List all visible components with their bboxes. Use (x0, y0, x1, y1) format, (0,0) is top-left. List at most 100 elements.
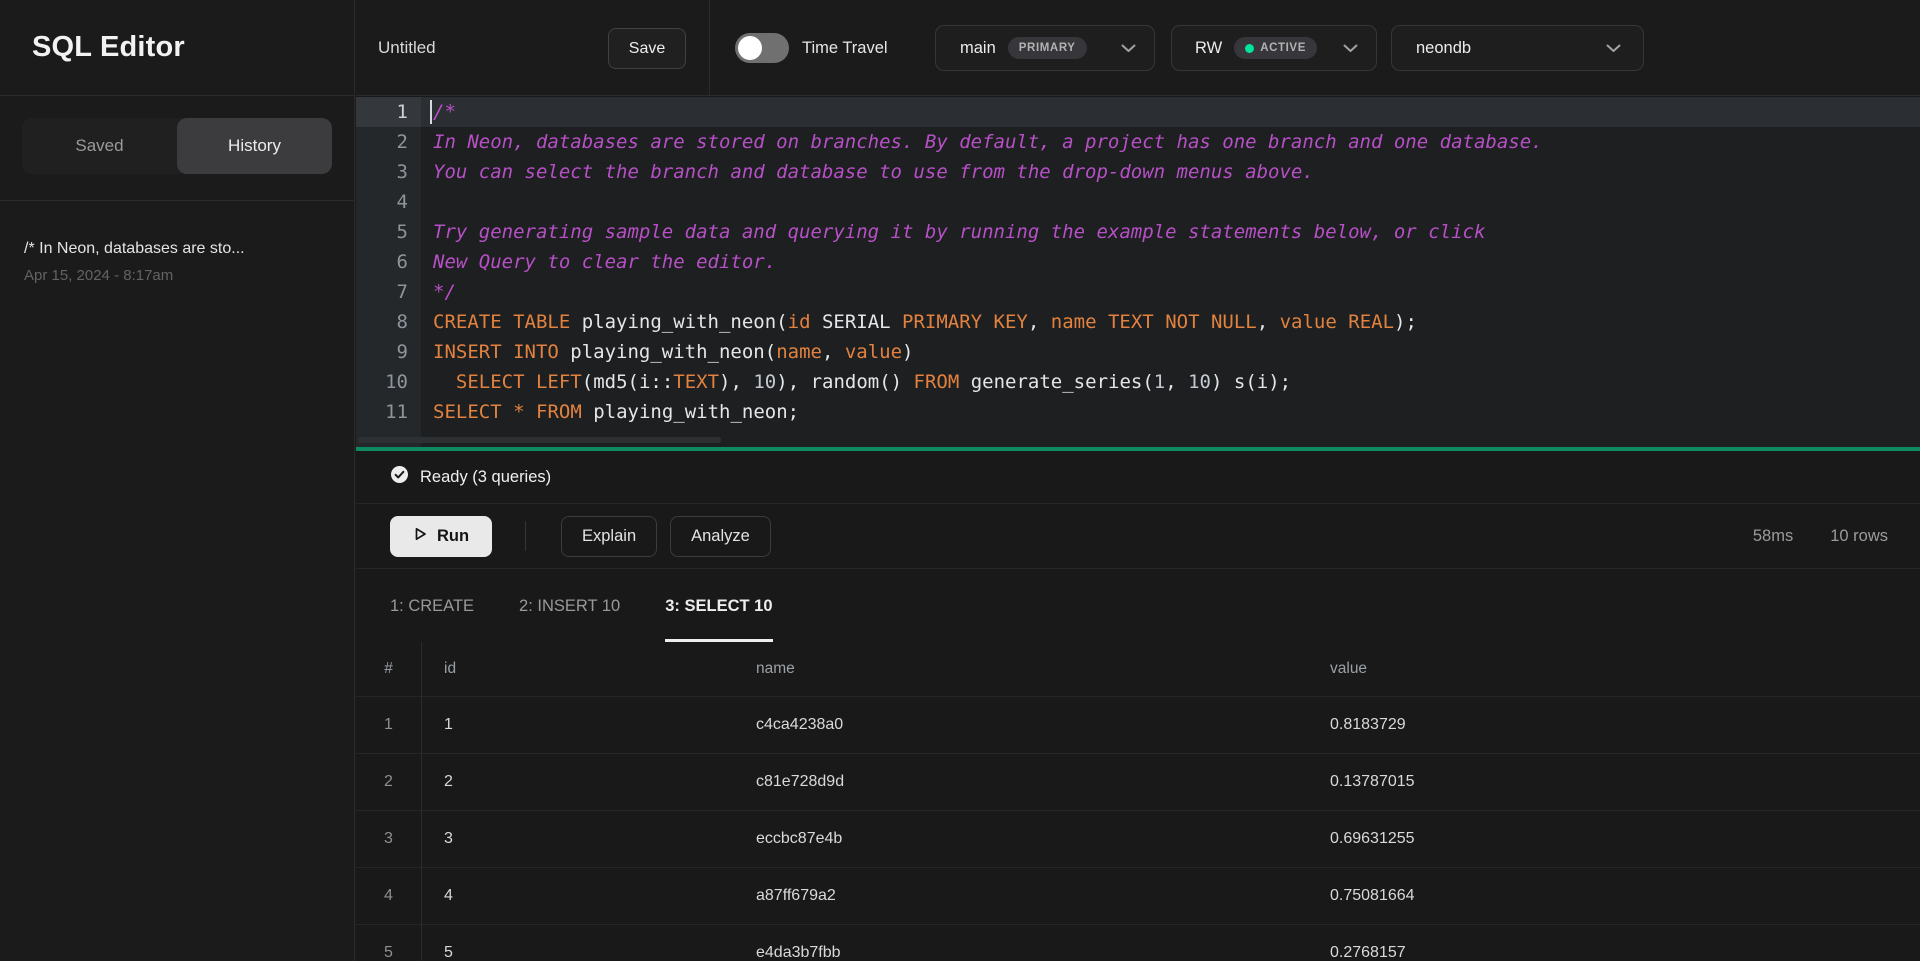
result-tabs: 1: CREATE 2: INSERT 10 3: SELECT 10 (356, 570, 1920, 642)
compute-name: RW (1195, 39, 1222, 58)
saved-history-segmented-control: Saved History (22, 118, 332, 174)
result-tab[interactable]: 1: CREATE (390, 570, 474, 642)
table-cell: 2 (422, 754, 734, 810)
explain-button[interactable]: Explain (561, 516, 657, 557)
line-number: 11 (356, 397, 408, 427)
play-icon (413, 526, 428, 547)
time-travel-label: Time Travel (802, 0, 888, 96)
status-dot-icon (1245, 44, 1254, 53)
horizontal-scrollbar[interactable] (358, 437, 721, 443)
code-line: Try generating sample data and querying … (433, 217, 1485, 247)
table-cell: eccbc87e4b (734, 811, 1308, 867)
result-tab[interactable]: 2: INSERT 10 (519, 570, 620, 642)
line-number: 4 (356, 187, 408, 217)
chevron-down-icon (1606, 44, 1621, 53)
table-cell: 0.13787015 (1308, 754, 1920, 810)
code-line: /* (433, 97, 456, 127)
table-cell: e4da3b7fbb (734, 925, 1308, 961)
table-cell: 0.69631255 (1308, 811, 1920, 867)
topbar-divider (709, 0, 710, 96)
table-cell: 3 (356, 811, 422, 867)
primary-badge: PRIMARY (1008, 37, 1087, 59)
query-title[interactable]: Untitled (378, 0, 436, 96)
run-button[interactable]: Run (390, 516, 492, 557)
analyze-button[interactable]: Analyze (670, 516, 771, 557)
line-number: 3 (356, 157, 408, 187)
table-row[interactable]: 44a87ff679a20.75081664 (356, 868, 1920, 925)
line-number: 6 (356, 247, 408, 277)
page-title: SQL Editor (32, 31, 185, 64)
history-list-item[interactable]: /* In Neon, databases are sto... Apr 15,… (0, 228, 354, 296)
tab-history[interactable]: History (177, 118, 332, 174)
code-line: In Neon, databases are stored on branche… (433, 127, 1543, 157)
table-cell: 1 (356, 697, 422, 753)
text-cursor (430, 100, 432, 124)
query-duration: 58ms (1753, 527, 1793, 546)
table-cell: 5 (422, 925, 734, 961)
code-line: CREATE TABLE playing_with_neon(id SERIAL… (433, 307, 1417, 337)
status-message: Ready (3 queries) (420, 468, 551, 487)
database-dropdown[interactable]: neondb (1391, 25, 1644, 71)
table-cell: a87ff679a2 (734, 868, 1308, 924)
ready-check-icon (390, 465, 409, 489)
table-cell: 4 (356, 868, 422, 924)
actions-divider (525, 521, 526, 551)
history-item-title: /* In Neon, databases are sto... (24, 240, 330, 258)
sidebar-header: SQL Editor (0, 0, 354, 96)
main-panel: Untitled Save Time Travel main PRIMARY R… (356, 0, 1920, 961)
line-number: 9 (356, 337, 408, 367)
active-status-badge: ACTIVE (1234, 37, 1317, 59)
chevron-down-icon (1121, 44, 1136, 53)
table-cell: 1 (422, 697, 734, 753)
table-row[interactable]: 55e4da3b7fbb0.2768157 (356, 925, 1920, 961)
table-header-row: #idnamevalue (356, 642, 1920, 697)
table-cell: c81e728d9d (734, 754, 1308, 810)
actions-row: Run Explain Analyze 58ms 10 rows (356, 504, 1920, 569)
code-line: You can select the branch and database t… (433, 157, 1314, 187)
topbar: Untitled Save Time Travel main PRIMARY R… (356, 0, 1920, 96)
tab-saved[interactable]: Saved (22, 118, 177, 174)
line-number: 10 (356, 367, 408, 397)
table-row[interactable]: 22c81e728d9d0.13787015 (356, 754, 1920, 811)
sidebar: SQL Editor Saved History /* In Neon, dat… (0, 0, 355, 961)
compute-dropdown[interactable]: RW ACTIVE (1171, 25, 1377, 71)
status-row: Ready (3 queries) (356, 451, 1920, 504)
code-line: INSERT INTO playing_with_neon(name, valu… (433, 337, 914, 367)
code-editor[interactable]: 1234567891011 /*In Neon, databases are s… (356, 97, 1920, 447)
table-row[interactable]: 33eccbc87e4b0.69631255 (356, 811, 1920, 868)
column-header: value (1308, 642, 1920, 696)
code-line: SELECT LEFT(md5(i::TEXT), 10), random() … (433, 367, 1291, 397)
chevron-down-icon (1343, 44, 1358, 53)
line-number: 8 (356, 307, 408, 337)
table-cell: 0.2768157 (1308, 925, 1920, 961)
branch-name: main (960, 39, 996, 58)
database-name: neondb (1416, 39, 1471, 58)
sql-editor-app: SQL Editor Saved History /* In Neon, dat… (0, 0, 1920, 961)
column-header: # (356, 642, 422, 696)
table-cell: 0.8183729 (1308, 697, 1920, 753)
table-cell: 0.75081664 (1308, 868, 1920, 924)
query-metrics: 58ms 10 rows (1753, 527, 1888, 546)
table-cell: 3 (422, 811, 734, 867)
active-line-highlight (356, 97, 1920, 127)
line-number: 2 (356, 127, 408, 157)
table-cell: 5 (356, 925, 422, 961)
save-button[interactable]: Save (608, 28, 686, 69)
table-row[interactable]: 11c4ca4238a00.8183729 (356, 697, 1920, 754)
table-cell: 4 (422, 868, 734, 924)
time-travel-toggle[interactable] (735, 33, 789, 63)
code-line: New Query to clear the editor. (433, 247, 776, 277)
toggle-knob-icon (738, 36, 762, 60)
history-item-date: Apr 15, 2024 - 8:17am (24, 267, 330, 284)
column-header: name (734, 642, 1308, 696)
sidebar-divider (0, 200, 354, 201)
line-number: 7 (356, 277, 408, 307)
line-number: 5 (356, 217, 408, 247)
result-tab[interactable]: 3: SELECT 10 (665, 570, 772, 642)
code-line: */ (433, 277, 456, 307)
query-row-count: 10 rows (1830, 527, 1888, 546)
active-badge-label: ACTIVE (1260, 42, 1306, 54)
branch-dropdown[interactable]: main PRIMARY (935, 25, 1155, 71)
table-cell: 2 (356, 754, 422, 810)
column-header: id (422, 642, 734, 696)
